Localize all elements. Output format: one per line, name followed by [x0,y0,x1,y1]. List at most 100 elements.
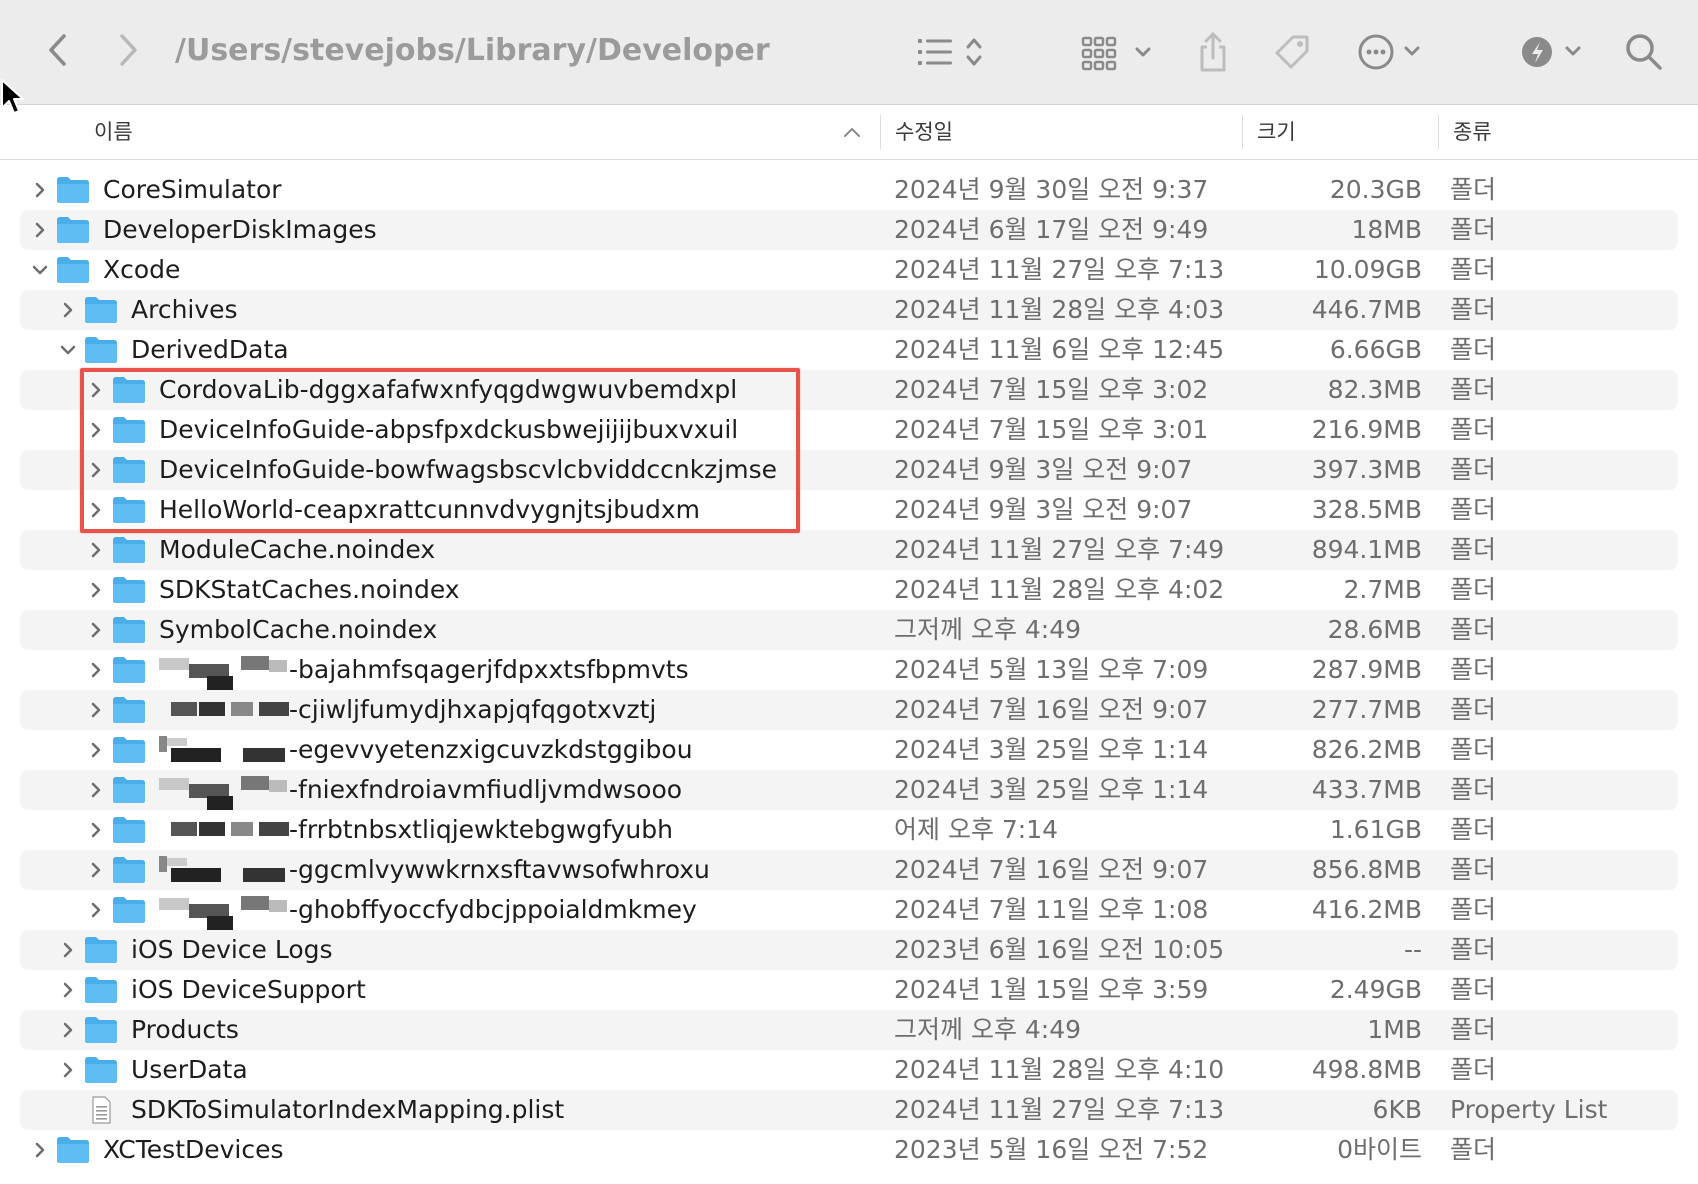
disclosure-collapsed-icon[interactable] [84,450,108,490]
disclosure-collapsed-icon[interactable] [84,650,108,690]
item-kind: 폴더 [1450,495,1497,524]
item-size: 2.49GB [1329,975,1422,1004]
item-date: 2023년 5월 16일 오전 7:52 [894,1135,1209,1164]
forward-icon[interactable] [108,30,148,70]
column-date-header[interactable]: 수정일 [895,105,953,159]
folder-row[interactable]: DeveloperDiskImages 2024년 6월 17일 오전 9:49 1… [20,210,1678,250]
more-icon[interactable] [1355,30,1429,74]
column-name-header[interactable]: 이름 [94,105,133,159]
item-kind: 폴더 [1450,975,1497,1004]
item-kind: 폴더 [1450,775,1497,804]
disclosure-collapsed-icon[interactable] [84,370,108,410]
folder-row[interactable]: -egevvyetenzxigcuvzkdstggibou 2024년 3월 25… [20,730,1678,770]
column-kind-header[interactable]: 종류 [1453,105,1492,159]
folder-row[interactable]: -bajahmfsqagerjfdpxxtsfbpmvts 2024년 5월 13… [20,650,1678,690]
folder-row[interactable]: DerivedData 2024년 11월 6일 오후 12:45 6.66GB 폴더 [20,330,1678,370]
disclosure-collapsed-icon[interactable] [56,1050,80,1090]
column-divider[interactable] [1242,115,1243,149]
column-size-header[interactable]: 크기 [1257,105,1296,159]
back-icon[interactable] [38,30,78,70]
item-name: UserData [131,1055,248,1084]
disclosure-collapsed-icon[interactable] [28,210,52,250]
disclosure-collapsed-icon[interactable] [56,930,80,970]
search-icon[interactable] [1622,30,1666,74]
disclosure-collapsed-icon[interactable] [56,970,80,1010]
item-date: 2024년 3월 25일 오후 1:14 [894,735,1209,764]
item-date: 2024년 11월 27일 오후 7:13 [894,1095,1225,1124]
item-size: 856.8MB [1311,855,1422,884]
folder-row[interactable]: -frrbtnbsxtliqjewktebgwgfyubh 어제 오후 7:14 1… [20,810,1678,850]
sort-ascending-icon[interactable] [840,120,864,144]
folder-row[interactable]: SymbolCache.noindex 그저께 오후 4:49 28.6MB 폴더 [20,610,1678,650]
item-name: SymbolCache.noindex [159,615,438,644]
item-kind: 폴더 [1450,575,1497,604]
item-name: SDKToSimulatorIndexMapping.plist [131,1095,565,1124]
folder-row[interactable]: -cjiwljfumydjhxapjqfqgotxvztj 2024년 7월 16… [20,690,1678,730]
folder-row[interactable]: CoreSimulator 2024년 9월 30일 오전 9:37 20.3GB 폴… [20,170,1678,210]
folder-row[interactable]: Products 그저께 오후 4:49 1MB 폴더 [20,1010,1678,1050]
disclosure-collapsed-icon[interactable] [56,290,80,330]
item-size: 277.7MB [1311,695,1422,724]
file-list: CoreSimulator 2024년 9월 30일 오전 9:37 20.3GB 폴… [20,170,1678,1170]
item-name: CoreSimulator [103,175,282,204]
item-size: 1MB [1367,1015,1422,1044]
column-divider[interactable] [880,115,881,149]
item-kind: 폴더 [1450,1055,1497,1084]
folder-row[interactable]: -fniexfndroiavmfiudljvmdwsooo 2024년 3월 25… [20,770,1678,810]
redacted-name-prefix [159,650,289,690]
disclosure-collapsed-icon[interactable] [84,730,108,770]
disclosure-collapsed-icon[interactable] [84,490,108,530]
disclosure-collapsed-icon[interactable] [84,850,108,890]
disclosure-expanded-icon[interactable] [56,330,80,370]
folder-row[interactable]: DeviceInfoGuide-abpsfpxdckusbwejijijbuxv… [20,410,1678,450]
disclosure-collapsed-icon[interactable] [84,810,108,850]
disclosure-collapsed-icon[interactable] [84,690,108,730]
folder-icon [112,376,146,404]
item-name: -egevvyetenzxigcuvzkdstggibou [289,735,693,764]
disclosure-expanded-icon[interactable] [28,250,52,290]
folder-row[interactable]: SDKStatCaches.noindex 2024년 11월 28일 오후 4:… [20,570,1678,610]
item-kind: 폴더 [1450,175,1497,204]
item-kind: Property List [1450,1095,1608,1124]
item-kind: 폴더 [1450,935,1497,964]
item-size: 18MB [1351,215,1422,244]
folder-row[interactable]: UserData 2024년 11월 28일 오후 4:10 498.8MB 폴더 [20,1050,1678,1090]
disclosure-collapsed-icon[interactable] [84,610,108,650]
action-icon[interactable] [1518,30,1592,74]
file-row[interactable]: SDKToSimulatorIndexMapping.plist 2024년 11… [20,1090,1678,1130]
folder-row[interactable]: HelloWorld-ceapxrattcunnvdvygnjtsjbudxm 2… [20,490,1678,530]
item-date: 그저께 오후 4:49 [894,1015,1082,1044]
folder-row[interactable]: -ggcmlvywwkrnxsftavwsofwhroxu 2024년 7월 16… [20,850,1678,890]
column-divider[interactable] [1438,115,1439,149]
folder-icon [112,536,146,564]
folder-icon [84,296,118,324]
disclosure-collapsed-icon[interactable] [84,410,108,450]
folder-row[interactable]: iOS Device Logs 2023년 6월 16일 오전 10:05 -- 폴더 [20,930,1678,970]
folder-row[interactable]: XCTestDevices 2023년 5월 16일 오전 7:52 0바이트 폴더 [20,1130,1678,1170]
item-name: DeveloperDiskImages [103,215,377,244]
folder-row[interactable]: Xcode 2024년 11월 27일 오후 7:13 10.09GB 폴더 [20,250,1678,290]
item-size: 6KB [1372,1095,1422,1124]
disclosure-collapsed-icon[interactable] [84,530,108,570]
folder-icon [112,736,146,764]
disclosure-collapsed-icon[interactable] [28,1130,52,1170]
folder-row[interactable]: DeviceInfoGuide-bowfwagsbscvlcbviddccnkz… [20,450,1678,490]
disclosure-collapsed-icon[interactable] [84,770,108,810]
share-icon[interactable] [1193,28,1233,76]
item-kind: 폴더 [1450,815,1497,844]
folder-row[interactable]: -ghobffyoccfydbcjppoialdmkmey 2024년 7월 11… [20,890,1678,930]
item-date: 2024년 7월 15일 오후 3:01 [894,415,1209,444]
tag-icon[interactable] [1270,30,1314,74]
folder-row[interactable]: Archives 2024년 11월 28일 오후 4:03 446.7MB 폴더 [20,290,1678,330]
folder-row[interactable]: CordovaLib-dggxafafwxnfyqgdwgwuvbemdxpl 2… [20,370,1678,410]
list-view-icon[interactable] [915,30,995,74]
disclosure-collapsed-icon[interactable] [84,570,108,610]
folder-row[interactable]: iOS DeviceSupport 2024년 1월 15일 오후 3:59 2.4… [20,970,1678,1010]
item-size: -- [1403,935,1422,964]
disclosure-collapsed-icon[interactable] [56,1010,80,1050]
item-size: 1.61GB [1329,815,1422,844]
group-icon[interactable] [1080,30,1160,74]
folder-row[interactable]: ModuleCache.noindex 2024년 11월 27일 오후 7:49… [20,530,1678,570]
disclosure-collapsed-icon[interactable] [28,170,52,210]
disclosure-collapsed-icon[interactable] [84,890,108,930]
